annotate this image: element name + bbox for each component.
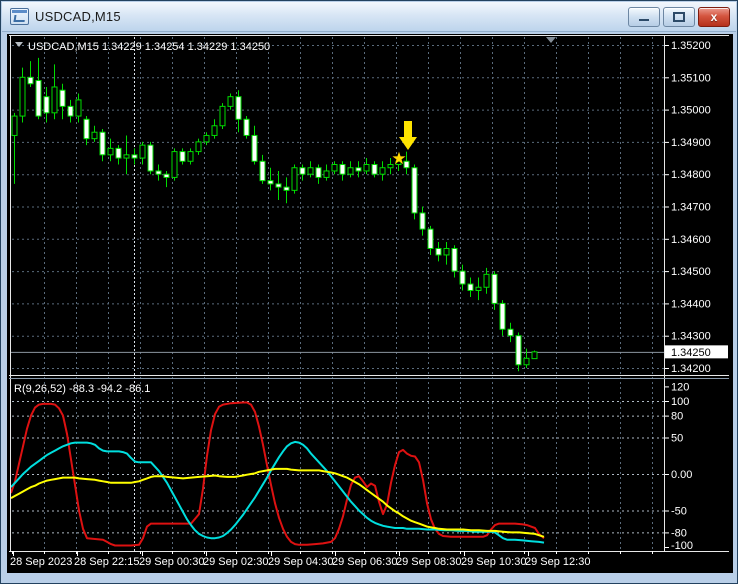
candle-body xyxy=(235,96,242,120)
time-axis-label: 29 Sep 00:30 xyxy=(139,556,204,568)
indicator-axis-label: 100 xyxy=(671,396,689,408)
candle-body xyxy=(435,247,442,256)
candle-body xyxy=(171,151,178,178)
price-axis-label: 1.34200 xyxy=(671,363,711,375)
candle-body xyxy=(531,351,538,360)
candle-body xyxy=(51,86,58,114)
candle-body xyxy=(355,167,362,172)
candle-body xyxy=(107,147,114,156)
time-axis-label: 29 Sep 12:30 xyxy=(525,556,590,568)
candle-body xyxy=(243,118,250,136)
price-axis-label: 1.34600 xyxy=(671,234,711,246)
time-axis-label: 29 Sep 04:30 xyxy=(268,556,333,568)
indicator-axis-label: 0.00 xyxy=(671,469,692,481)
candle-body xyxy=(459,270,466,285)
candle-body xyxy=(219,105,226,127)
time-axis-label: 29 Sep 02:30 xyxy=(203,556,268,568)
chart-window: USDCAD,M15 x 1.35200 1.35100 1.35000 1.3490… xyxy=(0,0,738,584)
price-axis-label: 1.34700 xyxy=(671,202,711,214)
price-axis-label: 1.35100 xyxy=(671,72,711,84)
candle-body xyxy=(227,96,234,107)
candle-body xyxy=(427,228,434,249)
price-axis-label: 1.35200 xyxy=(671,40,711,52)
candle-body xyxy=(323,170,330,178)
candle-body xyxy=(211,125,218,136)
price-axis-label: 1.34500 xyxy=(671,266,711,278)
candle-body xyxy=(499,302,506,330)
candle-body xyxy=(147,144,154,172)
candle-body xyxy=(35,80,42,117)
candle-body xyxy=(251,134,258,162)
candle-body xyxy=(331,164,338,172)
candle-body xyxy=(187,151,194,162)
candle-body xyxy=(371,164,378,175)
candle-body xyxy=(299,167,306,175)
candle-body xyxy=(339,164,346,175)
candle-body xyxy=(267,180,274,185)
price-axis-label: 1.34900 xyxy=(671,137,711,149)
candle-body xyxy=(307,167,314,175)
candle-body xyxy=(411,167,418,214)
candle-body xyxy=(83,118,90,140)
candle-body xyxy=(139,144,146,159)
candle-body xyxy=(131,154,138,159)
candle-body xyxy=(91,131,98,140)
time-axis-label: 28 Sep 22:15 xyxy=(74,556,139,568)
ohlc-info-line: USDCAD,M15 1.34229 1.34254 1.34229 1.342… xyxy=(28,41,270,53)
candle-body xyxy=(507,328,514,337)
candle-body xyxy=(451,247,458,272)
candle-body xyxy=(19,76,26,117)
price-axis-label: 1.34300 xyxy=(671,331,711,343)
candle-body xyxy=(467,283,474,291)
star-icon: ★ xyxy=(391,149,406,168)
chart-canvas[interactable]: 1.35200 1.35100 1.35000 1.34900 1.34800 1.347… xyxy=(1,1,738,584)
candle-body xyxy=(11,115,18,136)
candle-body xyxy=(43,96,50,114)
candle-body xyxy=(155,170,162,175)
candle-body xyxy=(291,167,298,191)
price-axis-label: 1.34800 xyxy=(671,169,711,181)
candle-body xyxy=(67,105,74,117)
candle-body xyxy=(523,357,530,366)
candle-body xyxy=(283,186,290,191)
candle-body xyxy=(419,212,426,230)
indicator-axis-label: 80 xyxy=(671,411,683,423)
candle-body xyxy=(363,164,370,172)
candle-body xyxy=(203,134,210,143)
time-axis-label: 29 Sep 06:30 xyxy=(332,556,397,568)
candle-body xyxy=(347,167,354,175)
indicator-axis-label: 50 xyxy=(671,433,683,445)
candle-body xyxy=(443,247,450,256)
candle-body xyxy=(275,183,282,188)
time-axis-label: 28 Sep 2023 xyxy=(10,556,72,568)
indicator-label: R(9,26,52) -88.3 -94.2 -86.1 xyxy=(14,383,150,395)
candle-body xyxy=(75,99,82,117)
indicator-axis-label: -50 xyxy=(671,506,687,518)
candle-body xyxy=(491,273,498,304)
candle-body xyxy=(99,131,106,156)
price-axis-label: 1.34400 xyxy=(671,298,711,310)
time-axis-label: 29 Sep 10:30 xyxy=(461,556,526,568)
price-axis-label: 1.35000 xyxy=(671,105,711,117)
candle-body xyxy=(315,167,322,178)
candle-body xyxy=(59,89,66,107)
candle-body xyxy=(379,167,386,175)
candle-body xyxy=(483,273,490,288)
candle-body xyxy=(515,335,522,366)
time-axis-label: 29 Sep 08:30 xyxy=(396,556,461,568)
candle-body xyxy=(123,154,130,159)
candle-body xyxy=(195,141,202,153)
candle-body xyxy=(259,160,266,182)
candle-body xyxy=(475,286,482,291)
indicator-axis-label: 120 xyxy=(671,381,689,393)
indicator-axis-label: -80 xyxy=(671,527,687,539)
indicator-axis-label: -100 xyxy=(671,540,693,552)
candle-body xyxy=(115,147,122,159)
candle-body xyxy=(163,173,170,178)
candle-body xyxy=(179,151,186,162)
current-price-text: 1.34250 xyxy=(671,347,711,359)
candle-body xyxy=(27,76,34,85)
